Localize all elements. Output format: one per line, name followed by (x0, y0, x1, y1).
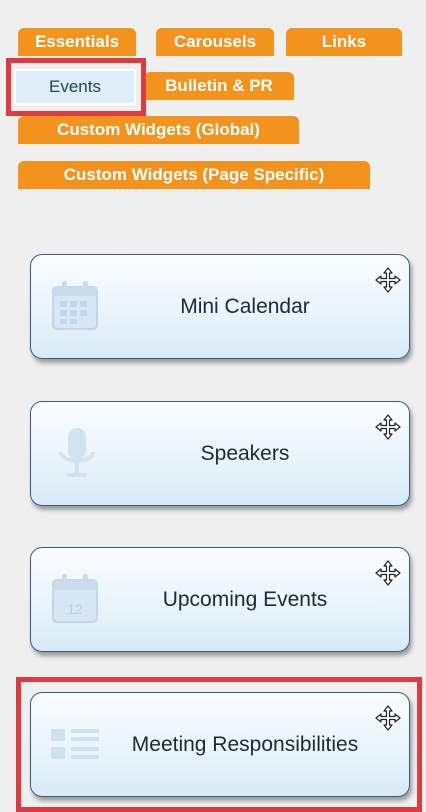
widget-label: Mini Calendar (180, 295, 310, 318)
widget-speakers[interactable]: Speakers (30, 401, 410, 506)
widget-meeting-responsibilities[interactable]: Meeting Responsibilities (30, 692, 410, 797)
tab-links[interactable]: Links (286, 28, 402, 56)
widget-upcoming-events[interactable]: 12 Upcoming Events (30, 547, 410, 652)
svg-text:12: 12 (67, 601, 83, 617)
list-icon (51, 729, 99, 759)
tab-custom-widgets-global[interactable]: Custom Widgets (Global) (18, 116, 299, 144)
tab-carousels[interactable]: Carousels (156, 28, 274, 56)
widget-label: Speakers (200, 442, 290, 465)
tab-custom-widgets-page-specific[interactable]: Custom Widgets (Page Specific) (18, 161, 370, 189)
tab-bulletin-pr[interactable]: Bulletin & PR (144, 72, 294, 100)
widget-label: Meeting Responsibilities (131, 733, 359, 756)
calendar-date-icon: 12 (52, 574, 98, 623)
move-icon[interactable] (375, 560, 401, 586)
tab-events[interactable]: Events (14, 69, 136, 105)
microphone-icon (59, 428, 95, 477)
widget-mini-calendar[interactable]: Mini Calendar (30, 254, 410, 359)
tab-essentials[interactable]: Essentials (18, 28, 136, 56)
widget-label: Upcoming Events (162, 588, 328, 611)
calendar-grid-icon (52, 281, 98, 330)
move-icon[interactable] (375, 705, 401, 731)
move-icon[interactable] (375, 414, 401, 440)
move-icon[interactable] (375, 267, 401, 293)
